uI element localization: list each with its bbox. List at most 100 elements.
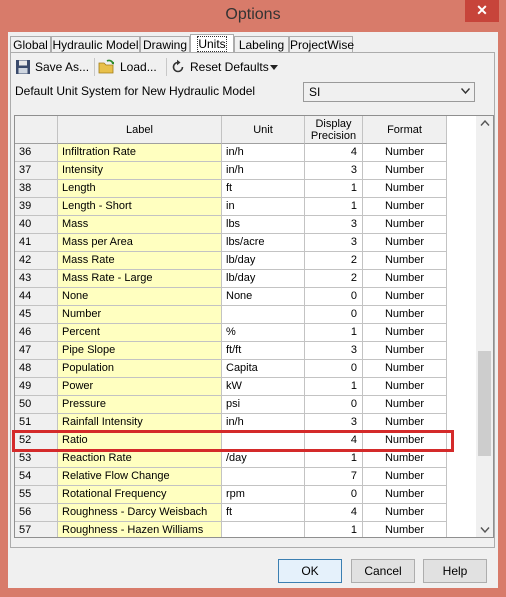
unit-cell[interactable]: ft/ft — [222, 342, 305, 360]
row-number[interactable]: 36 — [15, 144, 58, 162]
format-cell[interactable]: Number — [363, 360, 447, 378]
precision-cell[interactable]: 2 — [305, 270, 363, 288]
tab-projectwise[interactable]: ProjectWise — [289, 36, 354, 53]
header-display-precision[interactable]: Display Precision — [305, 116, 363, 144]
table-row[interactable]: 36 Infiltration Rate in/h 4 Number — [15, 144, 476, 162]
close-button[interactable]: ✕ — [465, 0, 499, 22]
tab-drawing[interactable]: Drawing — [140, 36, 190, 53]
unit-cell[interactable]: lb/day — [222, 252, 305, 270]
row-number[interactable]: 54 — [15, 468, 58, 486]
row-number[interactable]: 49 — [15, 378, 58, 396]
unit-cell[interactable] — [222, 468, 305, 486]
label-cell[interactable]: Mass — [58, 216, 222, 234]
row-number[interactable]: 44 — [15, 288, 58, 306]
row-number[interactable]: 57 — [15, 522, 58, 537]
precision-cell[interactable]: 0 — [305, 396, 363, 414]
label-cell[interactable]: Mass Rate - Large — [58, 270, 222, 288]
format-cell[interactable]: Number — [363, 234, 447, 252]
header-format[interactable]: Format — [363, 116, 447, 144]
unit-cell[interactable]: lbs — [222, 216, 305, 234]
unit-cell[interactable]: in/h — [222, 162, 305, 180]
precision-cell[interactable]: 0 — [305, 288, 363, 306]
table-row[interactable]: 40 Mass lbs 3 Number — [15, 216, 476, 234]
unit-cell[interactable]: Capita — [222, 360, 305, 378]
row-number[interactable]: 53 — [15, 450, 58, 468]
label-cell[interactable]: Intensity — [58, 162, 222, 180]
label-cell[interactable]: Relative Flow Change — [58, 468, 222, 486]
row-number[interactable]: 48 — [15, 360, 58, 378]
precision-cell[interactable]: 4 — [305, 504, 363, 522]
label-cell[interactable]: Reaction Rate — [58, 450, 222, 468]
row-number[interactable]: 38 — [15, 180, 58, 198]
format-cell[interactable]: Number — [363, 522, 447, 537]
row-number[interactable]: 40 — [15, 216, 58, 234]
row-number[interactable]: 41 — [15, 234, 58, 252]
precision-cell[interactable]: 3 — [305, 216, 363, 234]
precision-cell[interactable]: 1 — [305, 450, 363, 468]
format-cell[interactable]: Number — [363, 162, 447, 180]
table-row[interactable]: 57 Roughness - Hazen Williams 1 Number — [15, 522, 476, 537]
cancel-button[interactable]: Cancel — [351, 559, 415, 583]
table-row[interactable]: 38 Length ft 1 Number — [15, 180, 476, 198]
table-row[interactable]: 53 Reaction Rate/day 1 Number — [15, 450, 476, 468]
scroll-down-icon[interactable] — [480, 527, 490, 533]
reset-defaults-button[interactable]: Reset Defaults — [170, 55, 280, 79]
table-row[interactable]: 42 Mass Rate lb/day 2 Number — [15, 252, 476, 270]
unit-cell[interactable] — [222, 306, 305, 324]
unit-cell[interactable]: None — [222, 288, 305, 306]
format-cell[interactable]: Number — [363, 342, 447, 360]
row-number[interactable]: 39 — [15, 198, 58, 216]
table-row[interactable]: 48 Population Capita 0 Number — [15, 360, 476, 378]
format-cell[interactable]: Number — [363, 288, 447, 306]
tab-hydraulic-model[interactable]: Hydraulic Model — [51, 36, 140, 53]
row-number[interactable]: 55 — [15, 486, 58, 504]
precision-cell[interactable]: 0 — [305, 306, 363, 324]
precision-cell[interactable]: 7 — [305, 468, 363, 486]
row-number[interactable]: 56 — [15, 504, 58, 522]
format-cell[interactable]: Number — [363, 270, 447, 288]
unit-cell[interactable]: ft — [222, 504, 305, 522]
help-button[interactable]: Help — [423, 559, 487, 583]
format-cell[interactable]: Number — [363, 144, 447, 162]
precision-cell[interactable]: 4 — [305, 144, 363, 162]
label-cell[interactable]: Number — [58, 306, 222, 324]
table-row[interactable]: 37 Intensity in/h 3 Number — [15, 162, 476, 180]
precision-cell[interactable]: 1 — [305, 198, 363, 216]
header-unit[interactable]: Unit — [222, 116, 305, 144]
scroll-thumb[interactable] — [478, 351, 491, 456]
row-number[interactable]: 43 — [15, 270, 58, 288]
format-cell[interactable]: Number — [363, 306, 447, 324]
label-cell[interactable]: Power — [58, 378, 222, 396]
label-cell[interactable]: Mass Rate — [58, 252, 222, 270]
table-row[interactable]: 41 Mass per Area lbs/acre 3 Number — [15, 234, 476, 252]
precision-cell[interactable]: 3 — [305, 234, 363, 252]
format-cell[interactable]: Number — [363, 252, 447, 270]
precision-cell[interactable]: 0 — [305, 486, 363, 504]
label-cell[interactable]: Population — [58, 360, 222, 378]
table-row[interactable]: 54 Relative Flow Change 7 Number — [15, 468, 476, 486]
table-row[interactable]: 43 Mass Rate - Large lb/day 2 Number — [15, 270, 476, 288]
precision-cell[interactable]: 3 — [305, 162, 363, 180]
tab-global[interactable]: Global — [10, 36, 51, 53]
table-row[interactable]: 46 Percent% 1 Number — [15, 324, 476, 342]
unit-cell[interactable]: lb/day — [222, 270, 305, 288]
row-number[interactable]: 50 — [15, 396, 58, 414]
units-grid[interactable]: Label Unit Display Precision Format 36 In… — [14, 115, 476, 538]
grid-vertical-scrollbar[interactable] — [476, 115, 494, 538]
table-row[interactable]: 49 Power kW 1 Number — [15, 378, 476, 396]
unit-cell[interactable]: psi — [222, 396, 305, 414]
unit-cell[interactable]: lbs/acre — [222, 234, 305, 252]
label-cell[interactable]: Percent — [58, 324, 222, 342]
table-row[interactable]: 55 Rotational Frequency rpm 0 Number — [15, 486, 476, 504]
load-button[interactable]: Load... — [98, 55, 162, 79]
precision-cell[interactable]: 3 — [305, 342, 363, 360]
format-cell[interactable]: Number — [363, 396, 447, 414]
precision-cell[interactable]: 1 — [305, 324, 363, 342]
precision-cell[interactable]: 2 — [305, 252, 363, 270]
ok-button[interactable]: OK — [278, 559, 342, 583]
precision-cell[interactable]: 0 — [305, 360, 363, 378]
format-cell[interactable]: Number — [363, 486, 447, 504]
label-cell[interactable]: Pipe Slope — [58, 342, 222, 360]
format-cell[interactable]: Number — [363, 378, 447, 396]
format-cell[interactable]: Number — [363, 504, 447, 522]
